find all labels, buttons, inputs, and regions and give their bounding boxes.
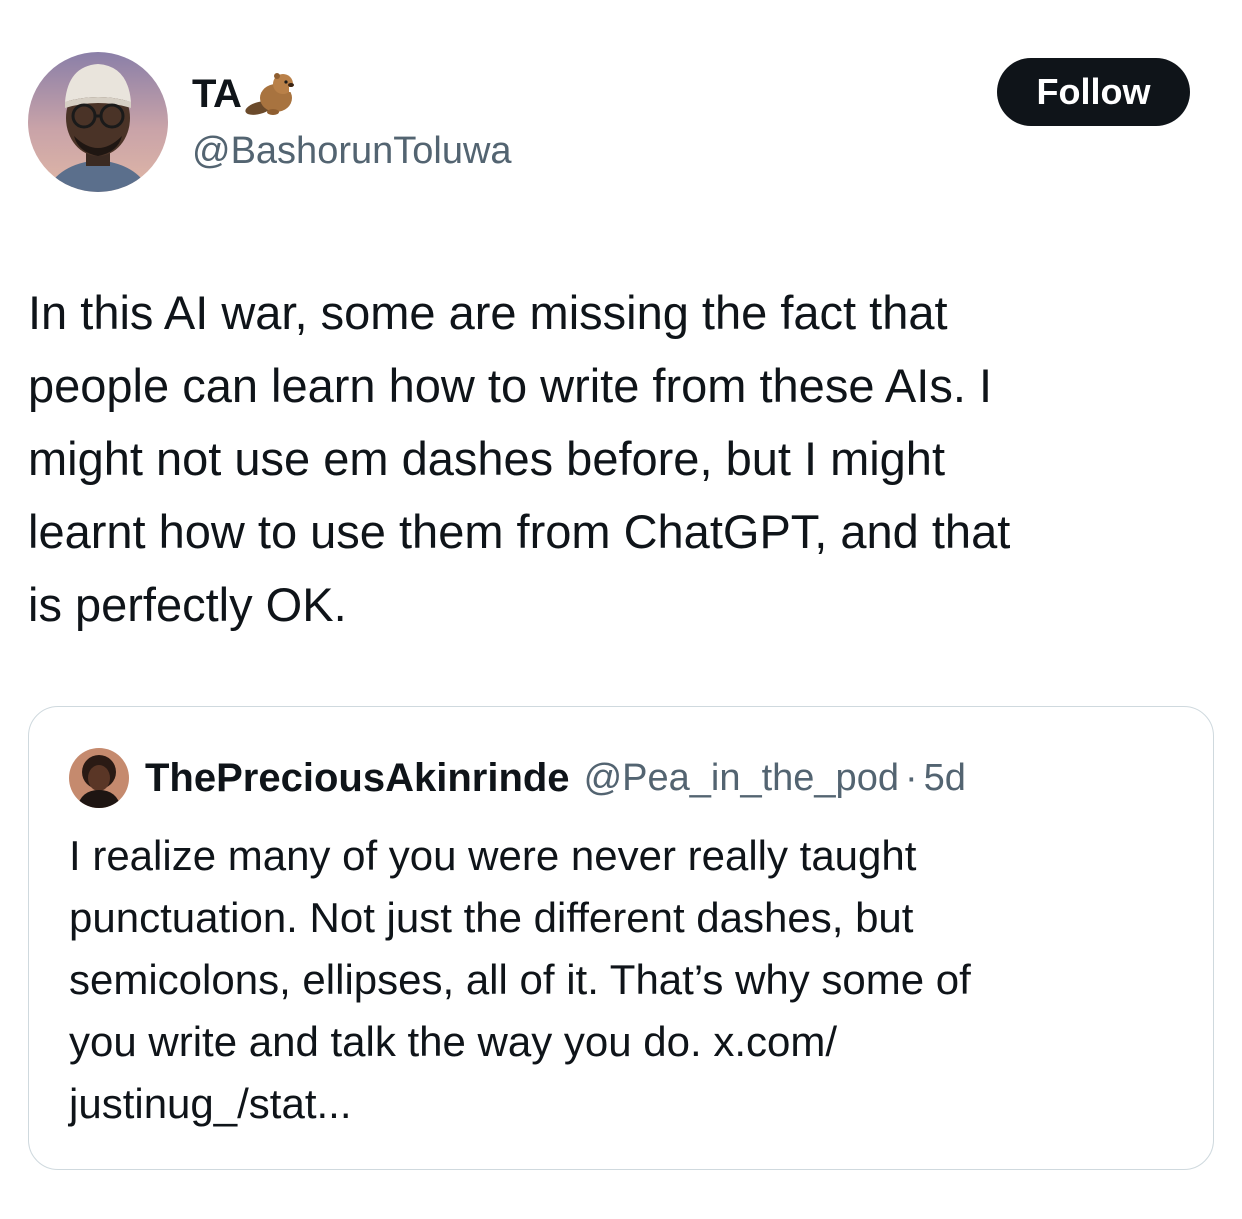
author-handle[interactable]: @BashorunToluwa — [192, 130, 512, 173]
quoted-tweet-text: I realize many of you were never really … — [69, 832, 971, 1127]
author-avatar[interactable] — [28, 52, 168, 192]
separator-dot: · — [904, 756, 918, 799]
follow-button[interactable]: Follow — [997, 58, 1190, 126]
author-display-name[interactable]: TA — [192, 72, 242, 117]
quoted-avatar-icon — [69, 748, 129, 808]
avatar-icon — [28, 52, 168, 192]
quoted-author-display-name[interactable]: ThePreciousAkinrinde — [145, 756, 570, 801]
quoted-author-handle[interactable]: @Pea_in_the_pod — [584, 757, 899, 800]
quoted-tweet-header: ThePreciousAkinrinde @Pea_in_the_pod · 5… — [69, 747, 966, 809]
quoted-tweet-timestamp[interactable]: 5d — [924, 757, 966, 800]
quoted-tweet-card[interactable]: ThePreciousAkinrinde @Pea_in_the_pod · 5… — [28, 706, 1214, 1170]
quoted-author-avatar[interactable] — [69, 748, 129, 808]
tweet-text: In this AI war, some are missing the fac… — [28, 286, 1011, 631]
tweet-page: TA @BashorunToluwa Follow In this AI war… — [0, 0, 1242, 1219]
beaver-icon — [243, 70, 299, 118]
author-name-row[interactable]: TA — [192, 68, 299, 120]
